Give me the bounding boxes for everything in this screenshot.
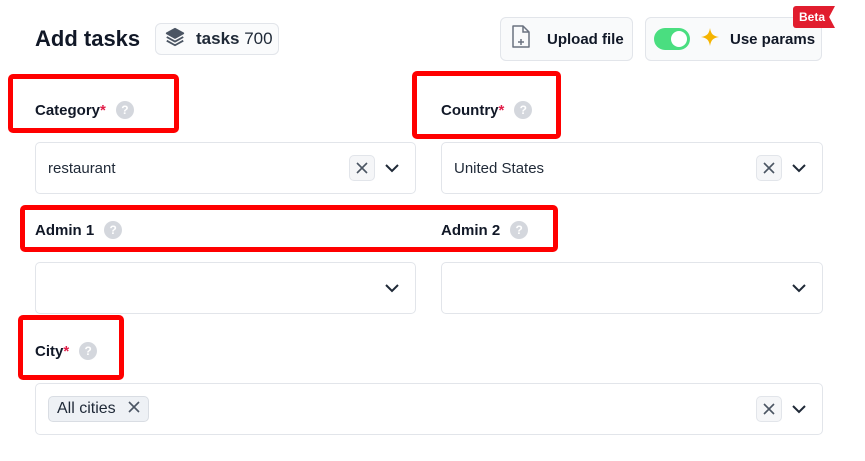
country-value: United States [454,159,545,177]
chevron-down-icon[interactable] [375,163,409,173]
highlight-box-admin [20,205,558,252]
chevron-down-icon[interactable] [782,163,816,173]
category-value: restaurant [48,159,116,177]
clear-icon[interactable] [756,155,782,181]
clear-icon[interactable] [756,396,782,422]
tasks-label: tasks [196,29,240,48]
chevron-down-icon[interactable] [375,283,409,293]
remove-tag-icon[interactable] [128,400,140,418]
city-select[interactable]: All cities [35,383,823,435]
category-select[interactable]: restaurant [35,142,416,194]
admin2-select[interactable] [441,262,823,314]
chevron-down-icon[interactable] [782,283,816,293]
country-select[interactable]: United States [441,142,823,194]
upload-file-label: Upload file [547,30,624,48]
page-title: Add tasks [35,26,141,51]
highlight-box-category [8,74,179,133]
highlight-box-country [412,71,561,139]
beta-badge: Beta [793,6,835,28]
city-tag[interactable]: All cities [48,396,149,422]
city-tag-label: All cities [57,400,116,417]
use-params-toggle[interactable] [654,28,690,50]
layers-icon [164,26,186,53]
sparkle-icon [700,27,720,51]
tasks-count: 700 [244,29,273,48]
upload-file-button[interactable]: Upload file [500,17,633,61]
tasks-count-chip: tasks 700 [155,23,279,55]
use-params-label: Use params [730,30,816,48]
chevron-down-icon[interactable] [782,404,816,414]
clear-icon[interactable] [349,155,375,181]
highlight-box-city [18,315,124,380]
admin1-select[interactable] [35,262,416,314]
file-plus-icon [509,24,533,54]
